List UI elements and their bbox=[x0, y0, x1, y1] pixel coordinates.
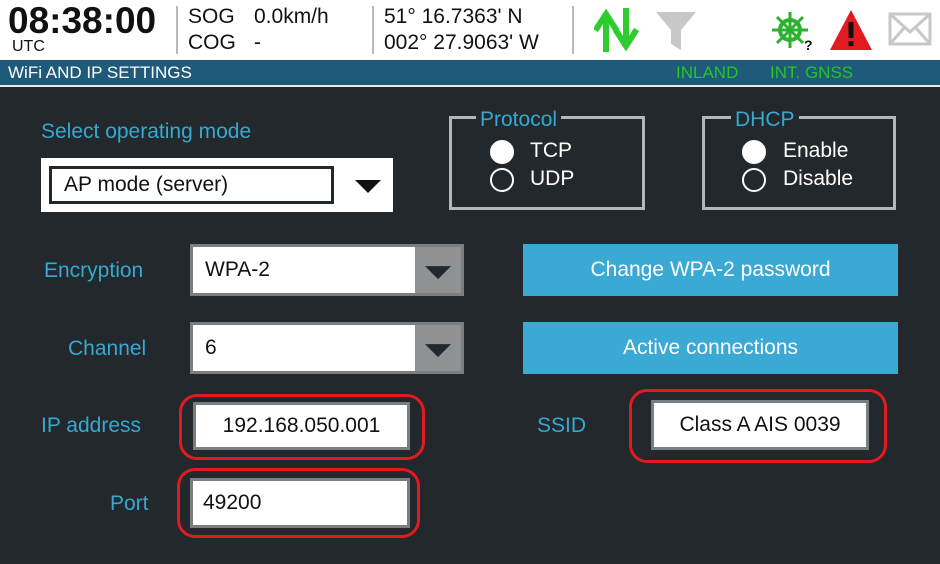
port-label: Port bbox=[110, 492, 149, 515]
latitude: 51° 16.7363' N bbox=[384, 5, 523, 28]
encryption-label: Encryption bbox=[44, 259, 144, 282]
ssid-label: SSID bbox=[537, 414, 587, 437]
encryption-dropdown-button[interactable] bbox=[415, 247, 461, 293]
encryption-value: WPA-2 bbox=[205, 258, 270, 281]
change-password-button[interactable]: Change WPA-2 password bbox=[523, 244, 898, 296]
channel-dropdown-button[interactable] bbox=[415, 325, 461, 371]
dhcp-disable-label: Disable bbox=[783, 167, 854, 190]
header-divider bbox=[572, 6, 574, 54]
chevron-down-icon bbox=[425, 266, 451, 280]
tx-rx-arrows-icon[interactable] bbox=[594, 8, 640, 52]
protocol-tcp-radio[interactable] bbox=[490, 140, 514, 164]
longitude: 002° 27.9063' W bbox=[384, 31, 539, 54]
active-connections-button[interactable]: Active connections bbox=[523, 322, 898, 374]
clock-timezone: UTC bbox=[12, 38, 45, 55]
operating-mode-value-box: AP mode (server) bbox=[49, 166, 334, 204]
ssid-field[interactable]: Class A AIS 0039 bbox=[651, 400, 869, 450]
encryption-select[interactable]: WPA-2 bbox=[190, 244, 464, 296]
cog-label: COG bbox=[188, 31, 236, 54]
protocol-legend: Protocol bbox=[476, 108, 562, 132]
cog-value: - bbox=[254, 31, 261, 54]
ssid-value: Class A AIS 0039 bbox=[679, 413, 841, 436]
operating-mode-label: Select operating mode bbox=[41, 120, 252, 143]
channel-select[interactable]: 6 bbox=[190, 322, 464, 374]
port-field[interactable]: 49200 bbox=[190, 478, 410, 528]
alarm-warning-icon[interactable] bbox=[828, 8, 874, 52]
chevron-down-icon bbox=[355, 180, 381, 193]
chevron-down-icon bbox=[425, 344, 451, 358]
channel-value: 6 bbox=[205, 336, 217, 359]
clock-time: 08:38:00 bbox=[8, 0, 157, 41]
dhcp-enable-radio[interactable] bbox=[742, 140, 766, 164]
header-divider bbox=[176, 6, 178, 54]
ip-address-field[interactable]: 192.168.050.001 bbox=[193, 402, 410, 450]
header-divider bbox=[372, 6, 374, 54]
protocol-udp-label: UDP bbox=[530, 167, 575, 190]
status-gnss: INT. GNSS bbox=[770, 63, 854, 82]
filter-icon[interactable] bbox=[654, 10, 698, 52]
operating-mode-select[interactable]: AP mode (server) bbox=[41, 158, 393, 212]
page-title-bar: WiFi AND IP SETTINGS INLAND INT. GNSS bbox=[0, 60, 940, 87]
dhcp-disable-radio[interactable] bbox=[742, 168, 766, 192]
status-inland: INLAND bbox=[676, 63, 739, 82]
message-envelope-icon[interactable] bbox=[888, 12, 932, 46]
page-title: WiFi AND IP SETTINGS bbox=[8, 63, 192, 82]
svg-text:?: ? bbox=[804, 37, 813, 52]
operating-mode-value: AP mode (server) bbox=[64, 173, 229, 196]
sog-label: SOG bbox=[188, 5, 235, 28]
channel-label: Channel bbox=[68, 337, 147, 360]
port-value: 49200 bbox=[203, 491, 262, 514]
sog-value: 0.0km/h bbox=[254, 5, 329, 28]
ip-address-label: IP address bbox=[41, 414, 142, 437]
ship-wheel-icon[interactable]: ? bbox=[770, 10, 814, 52]
protocol-tcp-label: TCP bbox=[530, 139, 572, 162]
ip-address-value: 192.168.050.001 bbox=[222, 414, 381, 437]
protocol-udp-radio[interactable] bbox=[490, 168, 514, 192]
dhcp-legend: DHCP bbox=[731, 108, 799, 132]
status-header: 08:38:00 UTC SOG 0.0km/h COG - 51° 16.73… bbox=[0, 0, 940, 60]
dhcp-enable-label: Enable bbox=[783, 139, 849, 162]
